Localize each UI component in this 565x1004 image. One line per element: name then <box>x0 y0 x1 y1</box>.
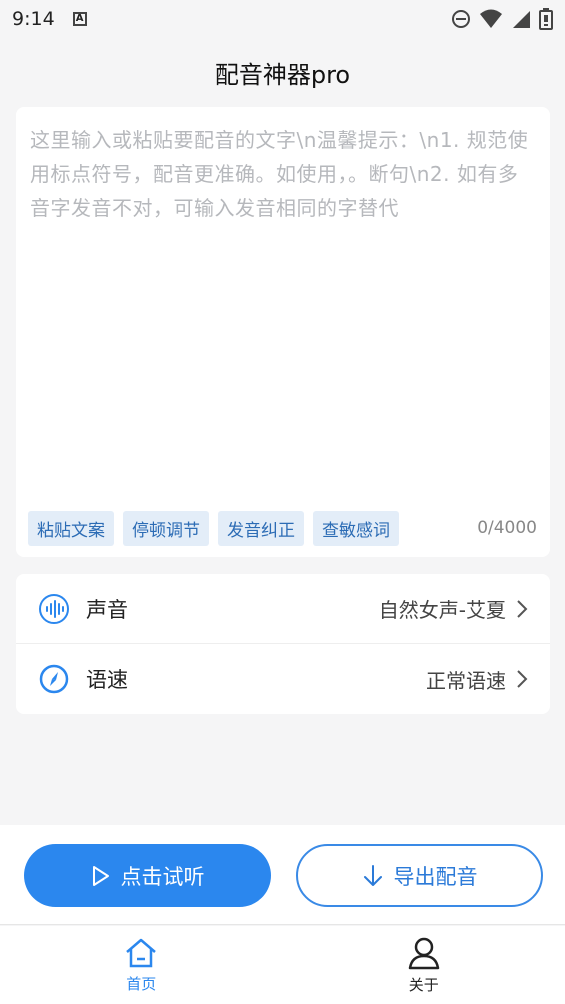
tab-about[interactable]: 关于 <box>283 926 565 1004</box>
wifi-icon <box>480 9 502 28</box>
download-arrow-icon <box>363 864 382 886</box>
sensitive-word-check-chip[interactable]: 查敏感词 <box>313 511 399 546</box>
export-button[interactable]: 导出配音 <box>296 844 543 907</box>
settings-card: 声音 自然女声-艾夏 语速 正常语速 <box>16 574 550 714</box>
app-title-bar: 配音神器pro <box>0 40 565 104</box>
status-time: 9:14 <box>12 8 55 30</box>
char-count: 0/4000 <box>477 518 537 538</box>
speed-value: 正常语速 <box>426 668 506 693</box>
user-icon <box>408 937 439 969</box>
bottom-tab-bar: 首页 关于 <box>0 926 565 1004</box>
signal-icon <box>513 11 530 28</box>
home-icon <box>126 938 157 967</box>
listen-button[interactable]: 点击试听 <box>24 844 271 907</box>
speedometer-icon <box>39 664 69 694</box>
speed-label: 语速 <box>86 668 128 692</box>
a-notification-icon: A <box>72 12 87 26</box>
tool-chip-row: 粘贴文案 停顿调节 发音纠正 查敏感词 <box>28 511 399 546</box>
voice-label: 声音 <box>86 597 128 622</box>
speed-setting-row[interactable]: 语速 正常语速 <box>16 644 550 714</box>
pronunciation-fix-chip[interactable]: 发音纠正 <box>218 511 304 546</box>
text-editor-card: 这里输入或粘贴要配音的文字\n温馨提示：\n1. 规范使用标点符号，配音更准确。… <box>16 107 550 557</box>
tab-home[interactable]: 首页 <box>0 926 283 1004</box>
play-icon <box>92 865 109 886</box>
chevron-right-icon <box>517 670 528 688</box>
sound-wave-icon <box>39 593 69 624</box>
chevron-right-icon <box>517 599 528 618</box>
paste-text-chip[interactable]: 粘贴文案 <box>28 511 114 546</box>
voice-value-wrap: 自然女声-艾夏 <box>379 594 528 623</box>
tab-about-label: 关于 <box>408 975 439 994</box>
tab-home-label: 首页 <box>126 974 157 993</box>
action-panel: 点击试听 导出配音 <box>0 825 565 925</box>
app-title: 配音神器pro <box>214 60 351 89</box>
text-input[interactable]: 这里输入或粘贴要配音的文字\n温馨提示：\n1. 规范使用标点符号，配音更准确。… <box>30 123 536 493</box>
speed-value-wrap: 正常语速 <box>426 665 528 694</box>
listen-button-label: 点击试听 <box>120 864 205 889</box>
status-bar: 9:14 A <box>0 0 565 38</box>
export-button-label: 导出配音 <box>393 864 478 889</box>
battery-icon <box>539 8 553 30</box>
pause-adjust-chip[interactable]: 停顿调节 <box>123 511 209 546</box>
voice-setting-row[interactable]: 声音 自然女声-艾夏 <box>16 574 550 644</box>
do-not-disturb-icon <box>452 10 470 28</box>
voice-value: 自然女声-艾夏 <box>378 598 506 622</box>
